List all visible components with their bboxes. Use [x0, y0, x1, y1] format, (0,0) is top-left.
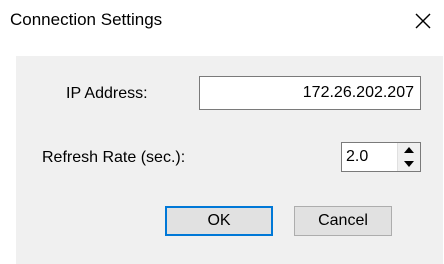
ok-button[interactable]: OK: [165, 206, 273, 236]
window-title: Connection Settings: [10, 10, 163, 29]
ip-address-label: IP Address:: [66, 85, 148, 102]
connection-settings-dialog: Connection Settings IP Address: Refresh …: [0, 0, 444, 264]
spin-up-button[interactable]: [398, 143, 420, 158]
triangle-up-icon: [404, 147, 414, 153]
refresh-rate-label: Refresh Rate (sec.):: [42, 149, 186, 166]
close-button[interactable]: [406, 4, 440, 38]
refresh-rate-stepper[interactable]: 2.0: [341, 142, 421, 172]
dialog-body: IP Address: Refresh Rate (sec.): 2.0 OK …: [16, 56, 443, 264]
ip-address-input[interactable]: [199, 76, 421, 110]
close-icon: [415, 13, 431, 29]
spin-buttons: [397, 143, 420, 171]
triangle-down-icon: [404, 161, 414, 167]
cancel-button[interactable]: Cancel: [294, 206, 392, 236]
spin-down-button[interactable]: [398, 157, 420, 171]
refresh-rate-value[interactable]: 2.0: [346, 147, 368, 167]
title-bar[interactable]: Connection Settings: [0, 0, 444, 42]
